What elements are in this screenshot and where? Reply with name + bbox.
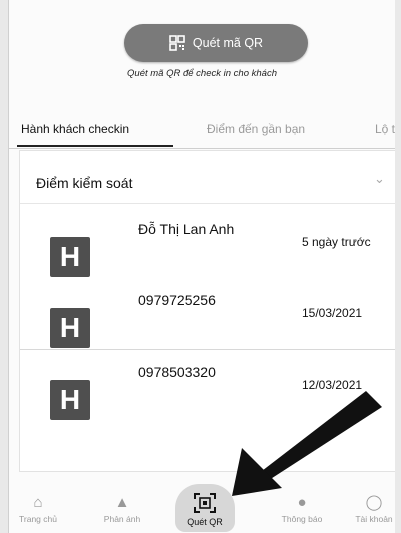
nav-label: Tài khoản xyxy=(355,514,393,524)
nav-label: Phản ánh xyxy=(103,514,141,524)
list-item[interactable]: H 0978503320 12/03/2021 xyxy=(20,364,395,434)
hotel-h-icon: H xyxy=(50,237,90,277)
divider xyxy=(20,349,395,350)
scan-qr-label: Quét mã QR xyxy=(192,36,264,50)
section-title: Điểm kiểm soát xyxy=(36,175,133,191)
nav-account[interactable]: ◯ Tài khoản xyxy=(339,494,395,524)
entry-name: Đỗ Thị Lan Anh xyxy=(138,221,235,237)
bottom-nav: ⌂ Trang chủ ▲ Phản ánh Quét QR ● Thông b… xyxy=(9,484,395,533)
warning-icon: ▲ xyxy=(114,494,130,511)
qr-icon xyxy=(169,35,185,51)
scan-qr-button[interactable]: Quét mã QR xyxy=(124,24,308,62)
account-icon: ◯ xyxy=(365,494,383,511)
divider xyxy=(20,203,395,204)
hotel-h-icon: H xyxy=(50,380,90,420)
nav-label: Trang chủ xyxy=(19,514,57,524)
bell-icon: ● xyxy=(297,494,307,511)
app-screen: Quét mã QR Quét mã QR để check in cho kh… xyxy=(8,0,395,533)
scan-hint: Quét mã QR để check in cho khách xyxy=(127,68,277,79)
nav-scan-qr[interactable]: Quét QR xyxy=(175,484,235,532)
tab-nearby-destinations[interactable]: Điểm đến gần bạn xyxy=(207,122,305,136)
nav-home[interactable]: ⌂ Trang chủ xyxy=(9,494,73,524)
active-tab-indicator xyxy=(17,145,173,147)
list-item[interactable]: H 0979725256 15/03/2021 xyxy=(20,292,395,362)
list-item[interactable]: H Đỗ Thị Lan Anh 5 ngày trước xyxy=(20,221,395,291)
tab-route[interactable]: Lộ tr xyxy=(375,122,395,136)
nav-feedback[interactable]: ▲ Phản ánh xyxy=(87,494,157,524)
checkpoint-card: Điểm kiểm soát ⌄ H Đỗ Thị Lan Anh 5 ngày… xyxy=(19,150,395,472)
tab-bar: Hành khách checkin Điểm đến gần bạn Lộ t… xyxy=(9,116,395,149)
hotel-h-icon: H xyxy=(50,308,90,348)
entry-time: 15/03/2021 xyxy=(302,306,363,320)
entry-name: 0979725256 xyxy=(138,292,216,308)
entry-time: 5 ngày trước xyxy=(302,235,371,249)
tab-passenger-checkin[interactable]: Hành khách checkin xyxy=(21,122,129,136)
chevron-down-icon[interactable]: ⌄ xyxy=(374,171,385,187)
entry-time: 12/03/2021 xyxy=(302,378,363,392)
nav-notifications[interactable]: ● Thông báo xyxy=(267,494,337,524)
nav-label: Quét QR xyxy=(187,517,223,527)
entry-name: 0978503320 xyxy=(138,364,216,380)
nav-label: Thông báo xyxy=(281,514,323,524)
qr-scan-icon xyxy=(194,493,216,513)
home-icon: ⌂ xyxy=(33,494,43,511)
